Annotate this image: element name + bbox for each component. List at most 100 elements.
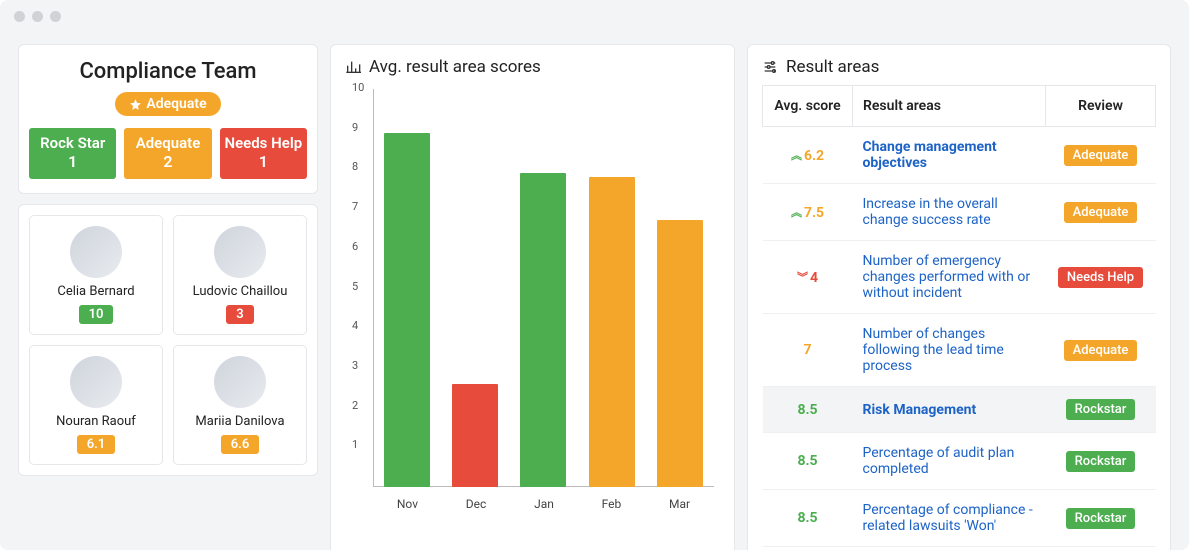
review-tag: Adequate (1064, 145, 1138, 166)
review-tag: Rockstar (1066, 399, 1136, 420)
review-tag: Needs Help (1058, 267, 1143, 288)
avg-score-value: 6.2 (804, 148, 824, 164)
chart-panel-title: Avg. result area scores (345, 57, 720, 77)
chart-ytick: 2 (352, 399, 358, 412)
avatar (70, 356, 122, 408)
avatar (70, 226, 122, 278)
review-cell: Adequate (1046, 127, 1156, 184)
review-cell: Adequate (1046, 184, 1156, 241)
review-tag: Rockstar (1066, 451, 1136, 472)
result-areas-title-text: Result areas (786, 57, 879, 77)
review-cell: Adequate (1046, 314, 1156, 387)
table-row: ︾4Number of emergency changes performed … (763, 241, 1156, 314)
avg-score-value: 7 (803, 342, 811, 358)
result-area-cell: Change management objectives (853, 127, 1046, 184)
result-area-link[interactable]: Number of emergency changes performed wi… (863, 253, 1031, 301)
col-avg-score: Avg. score (763, 86, 853, 127)
result-area-link[interactable]: Change management objectives (863, 139, 997, 171)
result-area-cell: Number of emergency changes performed wi… (853, 241, 1046, 314)
result-area-link[interactable]: Increase in the overall change success r… (863, 196, 998, 228)
chart-bar[interactable] (520, 173, 566, 487)
status-box-red[interactable]: Needs Help1 (220, 128, 307, 179)
status-label: Needs Help (224, 134, 302, 152)
table-row: ︽ 6.2 Change management objectives Adequate (763, 127, 1156, 184)
person-name: Ludovic Chaillou (182, 284, 298, 299)
chart-ytick: 7 (352, 200, 358, 213)
chart-bar[interactable] (384, 133, 430, 487)
result-area-link[interactable]: Risk Management (863, 402, 977, 418)
person-name: Mariia Danilova (182, 414, 298, 429)
people-grid: Celia Bernard 10 Ludovic Chaillou 3 Nouran R… (29, 215, 307, 465)
col-result-areas: Result areas (853, 86, 1046, 127)
result-area-cell: Percentage of compliance - related lawsu… (853, 490, 1046, 547)
person-score-badge: 10 (79, 305, 114, 324)
star-icon (129, 98, 142, 111)
avatar (214, 226, 266, 278)
avg-score-value: 4 (810, 270, 818, 286)
chart-area: 12345678910 NovDecJanFebMar (345, 85, 720, 515)
team-header-panel: Compliance Team Adequate Rock Star1Adequ… (18, 44, 318, 194)
table-row: ︽7.5 Increase in the overall change succe… (763, 184, 1156, 241)
team-rating-label: Adequate (146, 96, 206, 112)
chart-ytick: 4 (352, 319, 358, 332)
result-area-link[interactable]: Percentage of audit plan completed (863, 445, 1015, 477)
person-score-badge: 3 (226, 305, 253, 324)
result-area-link[interactable]: Number of changes following the lead tim… (863, 326, 1004, 374)
person-score-badge: 6.6 (221, 435, 260, 454)
review-tag: Adequate (1064, 202, 1138, 223)
result-area-cell: Risk Management (853, 387, 1046, 433)
col-review: Review (1046, 86, 1156, 127)
chart-ytick: 5 (352, 280, 358, 293)
chart-xlabel: Nov (397, 497, 418, 511)
person-name: Celia Bernard (38, 284, 154, 299)
chart-ytick: 3 (352, 359, 358, 372)
window-control-min[interactable] (32, 11, 43, 22)
status-box-orange[interactable]: Adequate2 (124, 128, 211, 179)
chart-xlabel: Mar (669, 497, 690, 511)
review-cell: Needs Help (1046, 241, 1156, 314)
chart-bar[interactable] (589, 177, 635, 487)
chart-panel-title-text: Avg. result area scores (369, 57, 541, 77)
avg-score-cell: ︽ 6.2 (763, 127, 853, 184)
status-box-green[interactable]: Rock Star1 (29, 128, 116, 179)
person-name: Nouran Raouf (38, 414, 154, 429)
person-card[interactable]: Ludovic Chaillou 3 (173, 215, 307, 335)
table-row: 8.5Percentage of compliance - related la… (763, 490, 1156, 547)
avatar (214, 356, 266, 408)
avg-score-cell: ︾4 (763, 241, 853, 314)
status-count: 1 (224, 152, 303, 171)
person-card[interactable]: Celia Bernard 10 (29, 215, 163, 335)
sliders-icon (762, 59, 778, 75)
avg-score-value: 8.5 (797, 453, 817, 469)
chart-xlabel: Feb (602, 497, 622, 511)
trend-down-icon: ︾ (797, 271, 806, 284)
status-count: 1 (33, 152, 112, 171)
trend-up-icon: ︽ (791, 206, 800, 219)
result-area-cell: Number of changes following the lead tim… (853, 314, 1046, 387)
chart-xlabel: Dec (466, 497, 487, 511)
avg-score-cell: 8.5 (763, 433, 853, 490)
result-tbody: ︽ 6.2 Change management objectives Adequate… (763, 127, 1156, 547)
team-title: Compliance Team (29, 59, 307, 84)
person-card[interactable]: Nouran Raouf6.1 (29, 345, 163, 465)
window-control-max[interactable] (50, 11, 61, 22)
avg-score-cell: 7 (763, 314, 853, 387)
people-panel: Celia Bernard 10 Ludovic Chaillou 3 Nouran R… (18, 204, 318, 476)
left-column: Compliance Team Adequate Rock Star1Adequ… (18, 44, 318, 550)
table-row: 7 Number of changes following the lead ti… (763, 314, 1156, 387)
chart-bar[interactable] (657, 220, 703, 487)
window-control-close[interactable] (14, 11, 25, 22)
trend-up-icon: ︽ (791, 149, 800, 162)
bar-chart-icon (345, 59, 361, 75)
chart-ytick: 10 (352, 81, 364, 94)
chart-panel: Avg. result area scores 12345678910 NovD… (330, 44, 735, 550)
app-window: Compliance Team Adequate Rock Star1Adequ… (0, 0, 1189, 550)
table-row: 8.5 Percentage of audit plan completed Roc… (763, 433, 1156, 490)
person-card[interactable]: Mariia Danilova 6.6 (173, 345, 307, 465)
avg-score-cell: ︽7.5 (763, 184, 853, 241)
status-count: 2 (128, 152, 207, 171)
chart-ytick: 6 (352, 240, 358, 253)
team-rating-pill: Adequate (115, 92, 220, 116)
result-area-link[interactable]: Percentage of compliance - related lawsu… (863, 502, 1033, 534)
chart-bar[interactable] (452, 384, 498, 487)
